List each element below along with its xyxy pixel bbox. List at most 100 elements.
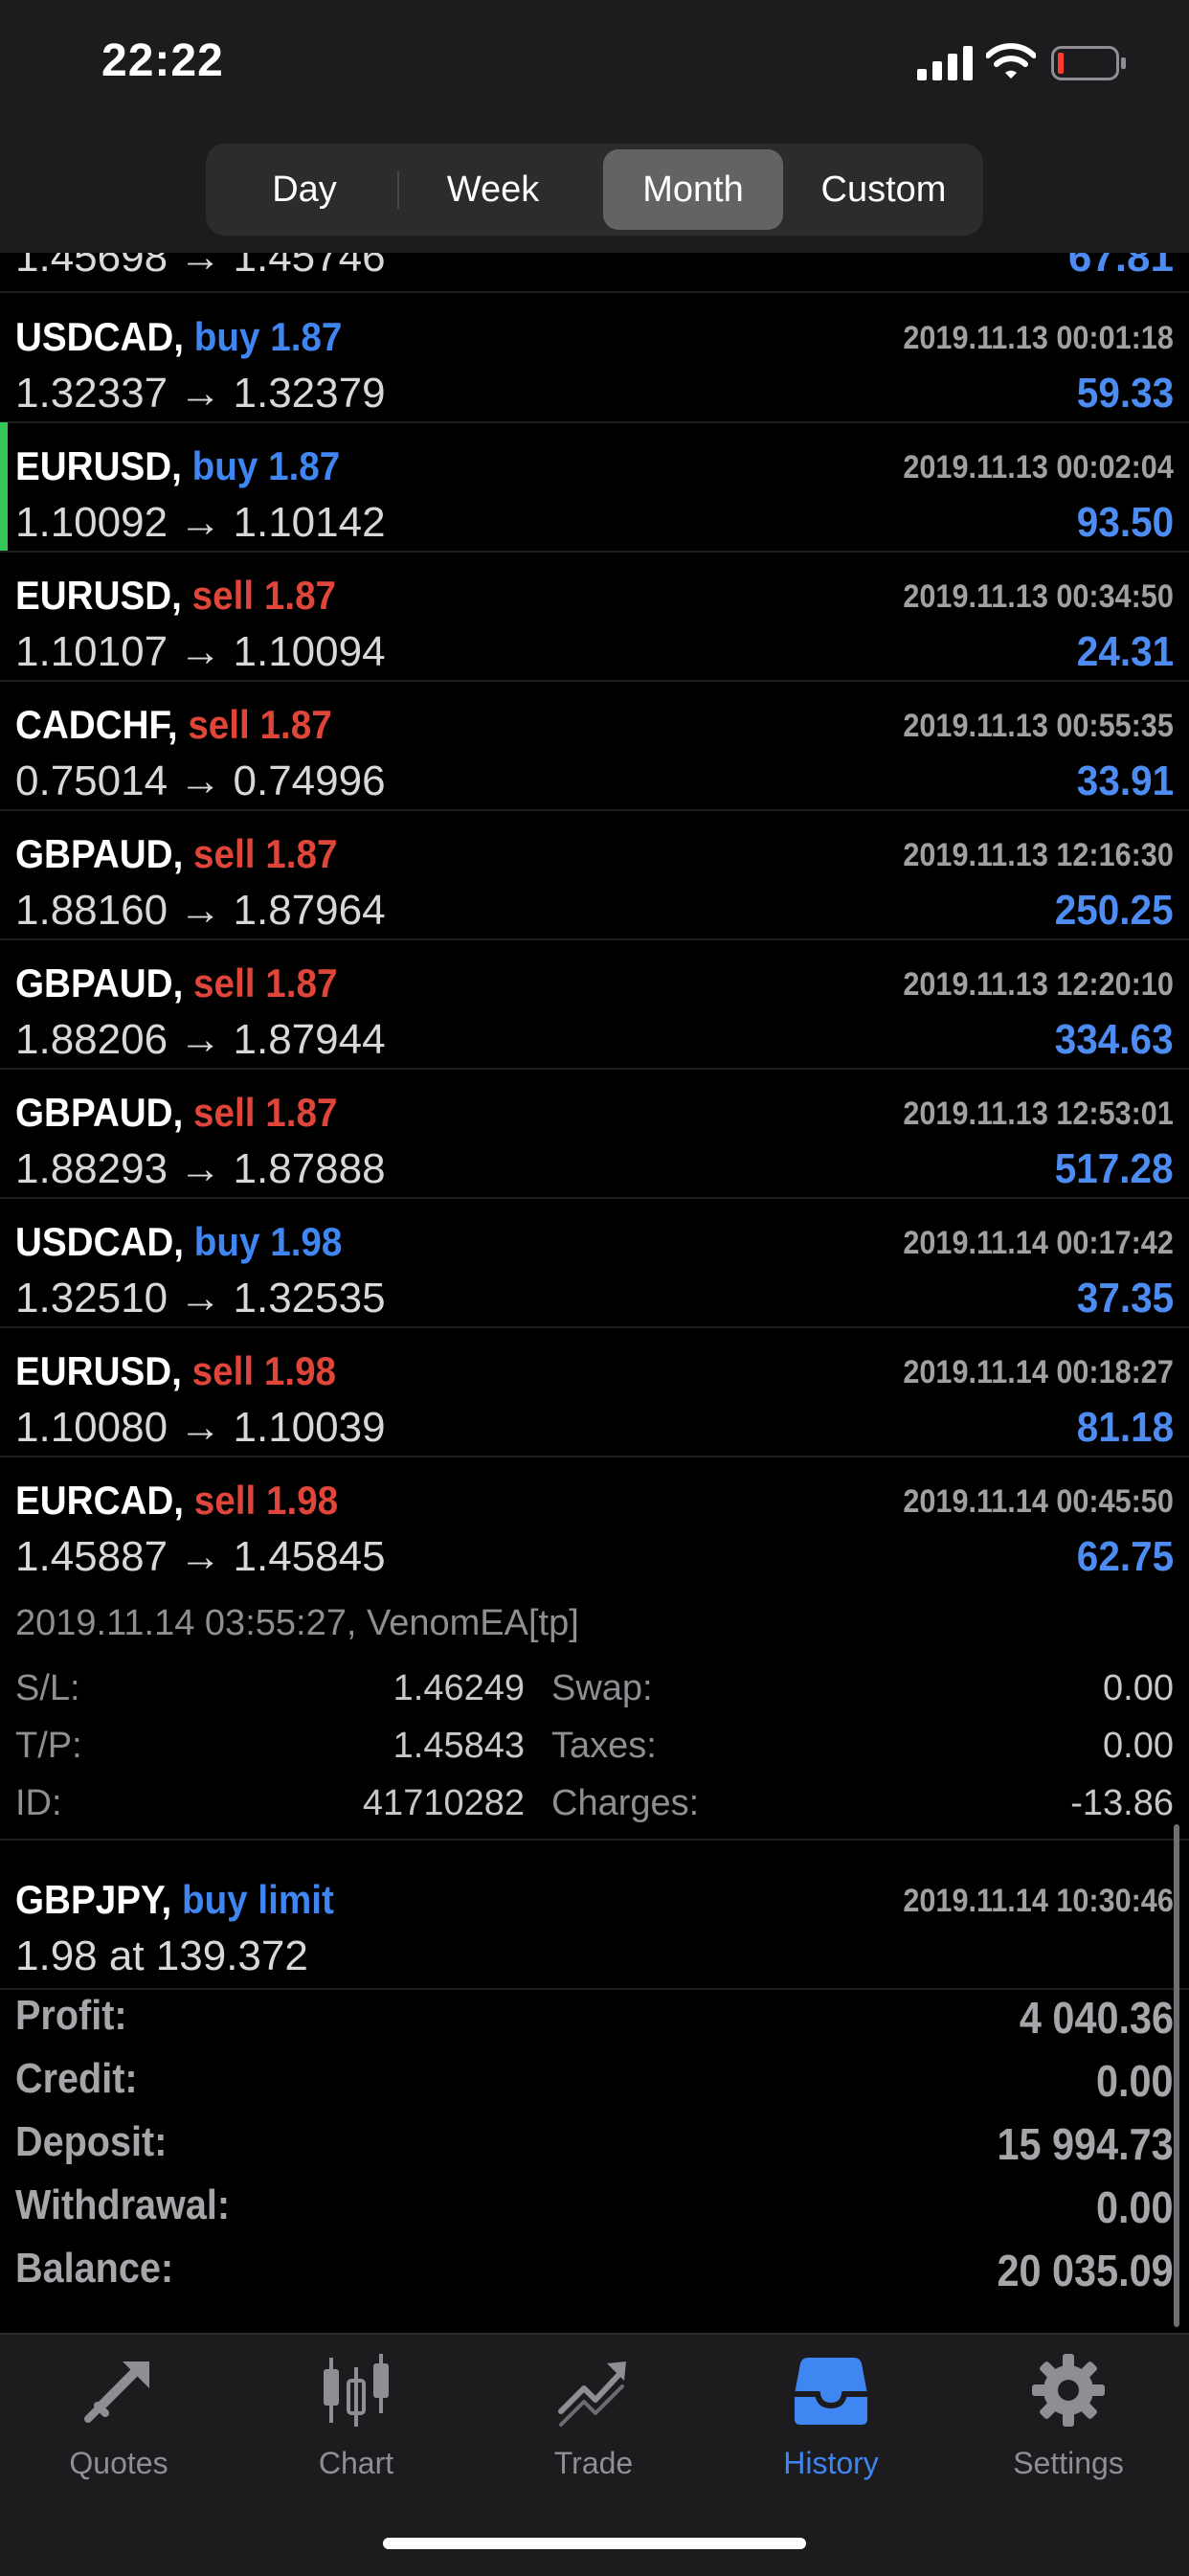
summary-profit: Profit: 4 040.36 (0, 1992, 1189, 2055)
deal-datetime: 2019.11.13 12:16:30 (903, 837, 1174, 873)
swap-value: 0.00 (1103, 1668, 1174, 1708)
deal-side: sell (188, 702, 250, 747)
order-type: buy limit (181, 1877, 334, 1922)
period-selector-bar: Day Week Month Custom (0, 134, 1189, 253)
settings-icon (1032, 2354, 1105, 2427)
deal-row[interactable]: GBPAUD, sell 1.87 2019.11.13 12:20:10 1.… (0, 939, 1189, 1070)
deal-row[interactable]: USDCAD, buy 1.87 2019.11.13 00:01:18 1.3… (0, 293, 1189, 423)
battery-low-icon (1051, 46, 1126, 80)
trade-icon (558, 2361, 626, 2427)
summary-deposit: Deposit: 15 994.73 (0, 2118, 1189, 2181)
deal-profit: 37.35 (1076, 1275, 1174, 1322)
deal-prices: 1.45887 → 1.45845 (15, 1533, 386, 1580)
deal-volume: 1.87 (263, 573, 337, 618)
deal-datetime: 2019.11.14 00:18:27 (903, 1354, 1174, 1390)
deal-row-partial[interactable]: 1.45698 → 1.45746 67.81 (0, 253, 1189, 293)
deal-profit: 334.63 (1055, 1016, 1174, 1063)
deal-datetime: 2019.11.13 12:20:10 (903, 966, 1174, 1003)
deal-prices: 1.10080 → 1.10039 (15, 1404, 386, 1451)
id-label: ID: (15, 1783, 62, 1823)
taxes-label: Taxes: (551, 1726, 657, 1766)
deal-volume: 1.87 (259, 702, 332, 747)
deal-symbol: GBPAUD, (15, 960, 184, 1006)
scroll-indicator[interactable] (1174, 1824, 1179, 2327)
deal-prices: 1.32337 → 1.32379 (15, 370, 386, 417)
summary-value: 15 994.73 (997, 2119, 1174, 2169)
deal-volume: 1.87 (265, 960, 338, 1006)
deal-row[interactable]: USDCAD, buy 1.98 2019.11.14 00:17:42 1.3… (0, 1198, 1189, 1328)
deal-row[interactable]: EURUSD, buy 1.87 2019.11.13 00:02:04 1.1… (0, 422, 1189, 553)
period-tab-day[interactable]: Day (212, 149, 397, 230)
selection-accent-bar (0, 422, 8, 551)
tab-settings[interactable]: Settings (950, 2352, 1187, 2486)
summary-value: 0.00 (1096, 2182, 1174, 2232)
deal-datetime: 2019.11.13 00:34:50 (903, 578, 1174, 615)
chart-icon (324, 2354, 389, 2427)
deal-profit: 93.50 (1076, 499, 1174, 546)
deal-symbol: CADCHF, (15, 702, 178, 747)
deal-profit: 24.31 (1076, 628, 1174, 675)
tab-chart[interactable]: Chart (237, 2352, 475, 2486)
tab-history[interactable]: History (712, 2352, 950, 2486)
deal-prices: 1.45698 → 1.45746 (15, 253, 386, 281)
deal-side: sell (191, 573, 255, 618)
charges-value: -13.86 (1070, 1783, 1174, 1823)
sl-value: 1.46249 (393, 1668, 525, 1708)
tab-label: Trade (553, 2446, 634, 2480)
deal-symbol: GBPAUD, (15, 831, 184, 876)
summary-label: Withdrawal: (15, 2181, 231, 2228)
wifi-icon (986, 43, 1036, 79)
deal-row[interactable]: GBPAUD, sell 1.87 2019.11.13 12:53:01 1.… (0, 1069, 1189, 1199)
tab-trade[interactable]: Trade (475, 2352, 712, 2486)
status-time: 22:22 (101, 35, 224, 86)
summary-withdrawal: Withdrawal: 0.00 (0, 2181, 1189, 2245)
period-tab-month[interactable]: Month (603, 149, 783, 230)
summary-credit: Credit: 0.00 (0, 2055, 1189, 2118)
deal-side: sell (193, 1478, 257, 1523)
summary-label: Balance: (15, 2245, 174, 2292)
deal-symbol: EURUSD, (15, 573, 182, 618)
tab-quotes[interactable]: Quotes (0, 2352, 237, 2486)
deal-row[interactable]: CADCHF, sell 1.87 2019.11.13 00:55:35 0.… (0, 681, 1189, 811)
deal-row[interactable]: EURUSD, sell 1.98 2019.11.14 00:18:27 1.… (0, 1327, 1189, 1457)
deal-symbol: GBPAUD, (15, 1090, 184, 1135)
deal-row[interactable]: EURUSD, sell 1.87 2019.11.13 00:34:50 1.… (0, 552, 1189, 682)
deal-row-expanded[interactable]: EURCAD, sell 1.98 2019.11.14 00:45:50 1.… (0, 1457, 1189, 1585)
deal-symbol: EURUSD, (15, 443, 182, 488)
deal-volume: 1.87 (268, 443, 341, 488)
quotes-icon (84, 2361, 149, 2423)
order-row[interactable]: GBPJPY, buy limit 2019.11.14 10:30:46 1.… (0, 1858, 1189, 1990)
account-summary: Profit: 4 040.36 Credit: 0.00 Deposit: 1… (0, 1992, 1189, 2332)
swap-label: Swap: (551, 1668, 653, 1708)
deal-prices: 1.88206 → 1.87944 (15, 1016, 386, 1063)
status-bar: 22:22 (0, 0, 1189, 134)
deal-side: buy (193, 1219, 260, 1264)
tp-value: 1.45843 (393, 1726, 525, 1766)
deal-detail-note: 2019.11.14 03:55:27, VenomEA[tp] (15, 1603, 579, 1643)
summary-value: 0.00 (1096, 2056, 1174, 2106)
order-description: 1.98 at 139.372 (15, 1932, 308, 1979)
deal-volume: 1.87 (265, 1090, 338, 1135)
period-segmented-control: Day Week Month Custom (206, 144, 983, 236)
deal-profit: 62.75 (1076, 1533, 1174, 1580)
deal-detail-panel: 2019.11.14 03:55:27, VenomEA[tp] S/L: 1.… (0, 1603, 1189, 1841)
summary-label: Credit: (15, 2055, 138, 2102)
deal-symbol: EURUSD, (15, 1348, 182, 1393)
period-tab-week[interactable]: Week (399, 149, 587, 230)
charges-label: Charges: (551, 1783, 700, 1823)
deal-datetime: 2019.11.13 12:53:01 (903, 1096, 1174, 1132)
deal-datetime: 2019.11.13 00:02:04 (903, 449, 1174, 486)
deal-row[interactable]: GBPAUD, sell 1.87 2019.11.13 12:16:30 1.… (0, 810, 1189, 940)
summary-balance: Balance: 20 035.09 (0, 2245, 1189, 2308)
deal-symbol: EURCAD, (15, 1478, 185, 1523)
deal-volume: 1.98 (263, 1348, 337, 1393)
deal-symbol: USDCAD, (15, 314, 185, 359)
history-icon (795, 2358, 867, 2425)
period-tab-custom[interactable]: Custom (790, 149, 977, 230)
home-indicator[interactable] (383, 2538, 806, 2549)
deal-volume: 1.87 (270, 314, 343, 359)
deal-prices: 1.10107 → 1.10094 (15, 628, 386, 675)
summary-value: 20 035.09 (997, 2246, 1174, 2295)
deal-profit: 59.33 (1076, 370, 1174, 417)
tp-label: T/P: (15, 1726, 82, 1766)
